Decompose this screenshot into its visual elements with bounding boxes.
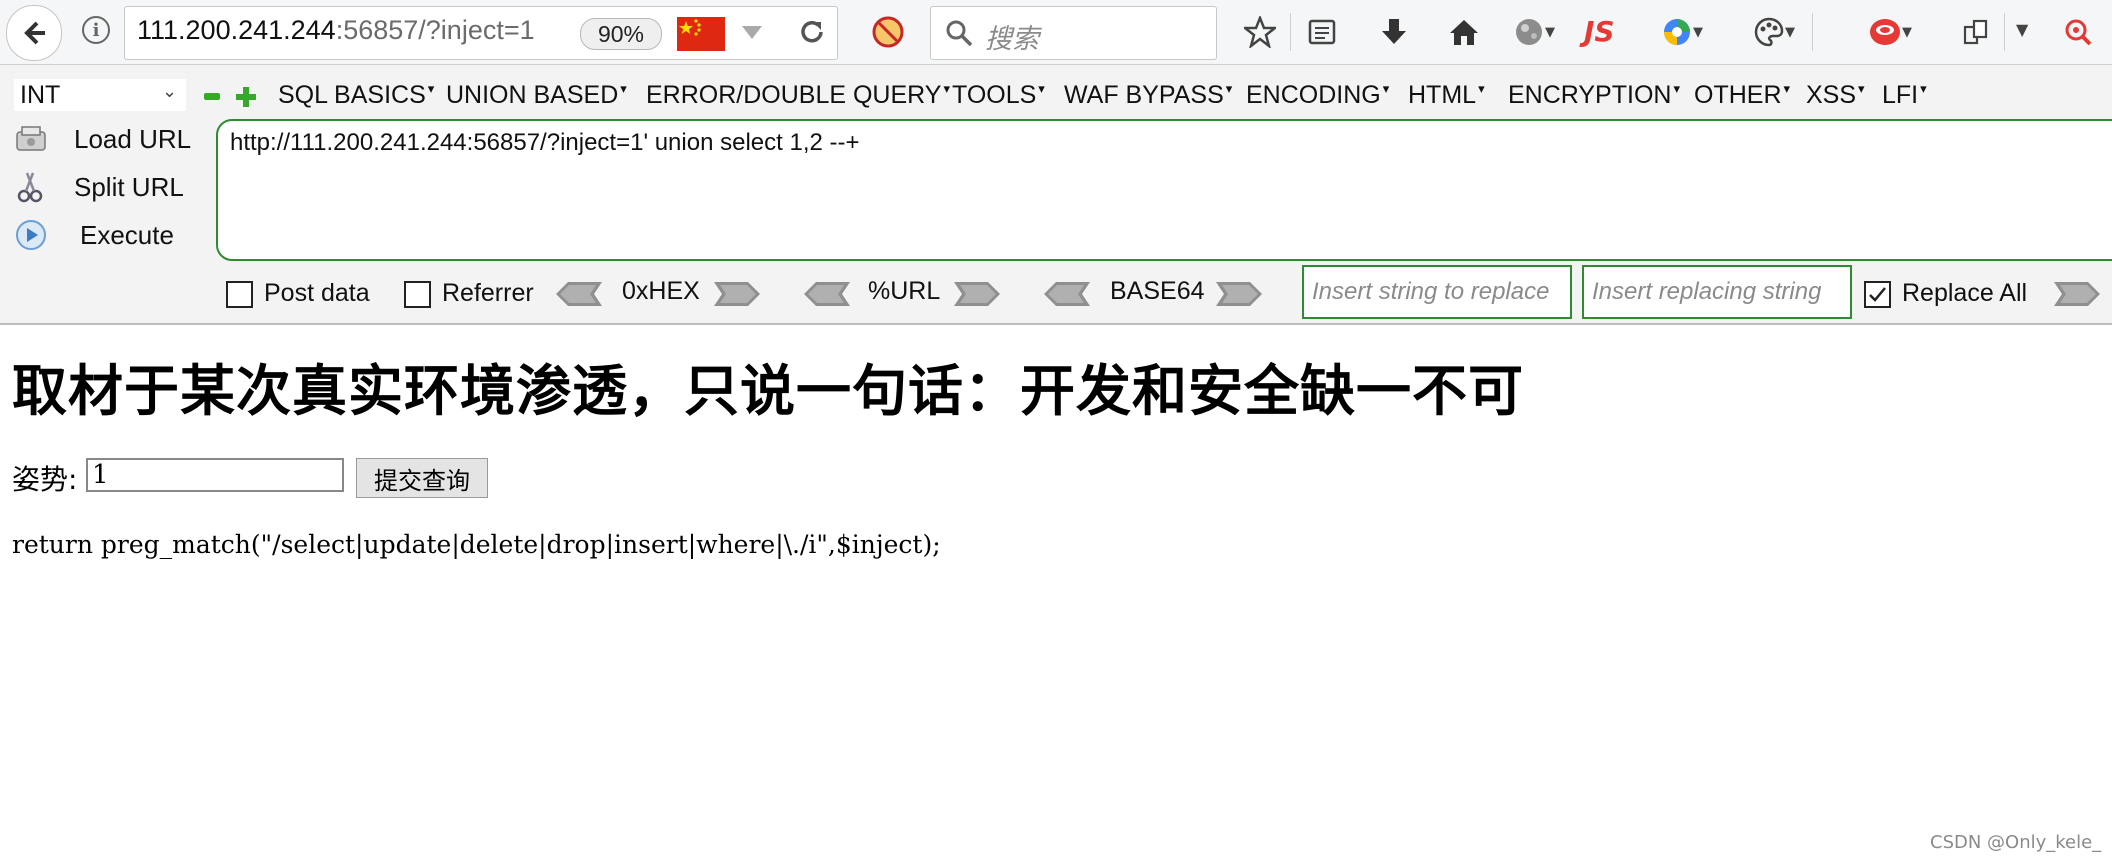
blocked-icon[interactable] — [870, 14, 906, 50]
search-icon — [946, 20, 973, 47]
type-select[interactable]: INT ⌄ — [14, 79, 186, 111]
hex-decode-arrow-icon[interactable] — [556, 279, 604, 309]
load-url-label: Load URL — [74, 123, 192, 154]
url-text: 111.200.241.244:56857/?inject=1 — [137, 15, 535, 45]
load-url-icon — [16, 126, 46, 151]
load-url-button[interactable]: Load URL — [14, 117, 214, 161]
replace-arrow-icon[interactable] — [2052, 279, 2100, 309]
url-encode-label: %URL — [868, 277, 941, 305]
reload-icon — [801, 20, 823, 43]
home-icon[interactable] — [1444, 12, 1484, 52]
pocket-icon[interactable]: ▼ — [1860, 12, 1920, 52]
info-icon[interactable]: i — [82, 16, 110, 44]
toolbar-separator — [2004, 13, 2005, 51]
menu-html[interactable]: HTML — [1408, 81, 1485, 110]
search-box[interactable]: 搜索 — [930, 6, 1217, 60]
split-url-label: Split URL — [74, 171, 184, 202]
hackbar-panel: INT ⌄ SQL BASICS UNION BASED ERROR/DOUBL… — [0, 65, 2112, 325]
scissors-icon — [17, 172, 43, 203]
extensions-icon[interactable] — [2058, 12, 2098, 52]
search-placeholder: 搜索 — [985, 24, 1039, 55]
menu-xss[interactable]: XSS — [1806, 81, 1865, 110]
back-icon — [24, 21, 45, 45]
menu-tools[interactable]: TOOLS — [952, 81, 1045, 110]
browser-toolbar: i 111.200.241.244:56857/?inject=1 90% 搜索… — [0, 0, 2112, 65]
clipboard-icon[interactable] — [1956, 12, 1996, 52]
type-select-value: INT — [20, 81, 61, 109]
menu-sql-basics[interactable]: SQL BASICS — [278, 81, 434, 110]
replace-from-placeholder: Insert string to replace — [1312, 278, 1550, 305]
play-icon — [16, 220, 46, 250]
js-icon[interactable]: JS — [1584, 15, 1615, 48]
chevron-down-icon: ▼ — [1545, 24, 1555, 40]
menu-other[interactable]: OTHER — [1694, 81, 1790, 110]
chevron-down-icon: ▼ — [1902, 24, 1912, 40]
url-textarea[interactable]: http://111.200.241.244:56857/?inject=1' … — [216, 119, 2112, 261]
url-bar[interactable]: 111.200.241.244:56857/?inject=1 90% — [124, 6, 838, 60]
menu-waf-bypass[interactable]: WAF BYPASS — [1064, 81, 1232, 110]
url-encode-arrow-icon[interactable] — [952, 279, 1000, 309]
download-icon[interactable] — [1374, 12, 1414, 52]
replace-all-label: Replace All — [1902, 279, 2028, 307]
chevron-down-icon: ▼ — [1785, 24, 1795, 40]
palette-icon[interactable]: ▼ — [1744, 12, 1804, 52]
split-url-button[interactable]: Split URL — [14, 165, 214, 209]
replace-to-placeholder: Insert replacing string — [1592, 278, 1822, 305]
toolbar-separator — [1290, 13, 1291, 51]
toolbar-separator — [1812, 13, 1813, 51]
referrer-checkbox[interactable] — [404, 281, 431, 308]
back-button[interactable] — [6, 5, 62, 61]
reader-icon[interactable] — [1302, 12, 1342, 52]
translate-icon[interactable]: ▼ — [1652, 12, 1712, 52]
referrer-label: Referrer — [442, 279, 534, 307]
china-flag-icon — [677, 17, 725, 51]
post-data-label: Post data — [264, 279, 370, 307]
reload-button[interactable] — [792, 12, 832, 52]
zoom-level[interactable]: 90% — [580, 18, 662, 50]
star-icon[interactable] — [1240, 12, 1280, 52]
base64-label: BASE64 — [1110, 277, 1205, 305]
execute-button[interactable]: Execute — [14, 213, 214, 257]
replace-all-checkbox[interactable] — [1864, 281, 1891, 308]
menu-encoding[interactable]: ENCODING — [1246, 81, 1389, 110]
dropdown-icon[interactable] — [741, 25, 763, 45]
submit-button[interactable]: 提交查询 — [356, 458, 488, 498]
source-code-line: return preg_match("/select|update|delete… — [12, 530, 941, 559]
globe-icon[interactable]: ▼ — [1506, 12, 1562, 52]
execute-label: Execute — [80, 219, 174, 250]
hackbar-menu: INT ⌄ SQL BASICS UNION BASED ERROR/DOUBL… — [0, 71, 2112, 113]
inject-input-value: 1 — [92, 460, 109, 490]
base64-encode-arrow-icon[interactable] — [1214, 279, 1262, 309]
chevron-down-icon: ⌄ — [162, 81, 178, 101]
watermark: CSDN @Only_kele_ — [1930, 832, 2102, 853]
hex-label: 0xHEX — [622, 277, 700, 305]
menu-error-double-query[interactable]: ERROR/DOUBLE QUERY — [646, 81, 950, 110]
chevron-down-icon: ▼ — [1693, 24, 1703, 40]
replace-to-input[interactable]: Insert replacing string — [1582, 265, 1852, 319]
menu-union-based[interactable]: UNION BASED — [446, 81, 627, 110]
replace-from-input[interactable]: Insert string to replace — [1302, 265, 1572, 319]
minus-icon[interactable] — [204, 93, 220, 100]
overflow-menu-icon[interactable]: ▼ — [2016, 20, 2028, 39]
menu-encryption[interactable]: ENCRYPTION — [1508, 81, 1680, 110]
inject-input[interactable]: 1 — [86, 458, 344, 492]
base64-decode-arrow-icon[interactable] — [1044, 279, 1092, 309]
checkmark-icon — [1869, 287, 1886, 302]
inject-label: 姿势: — [12, 463, 78, 496]
menu-lfi[interactable]: LFI — [1882, 81, 1927, 110]
url-decode-arrow-icon[interactable] — [804, 279, 852, 309]
page-title: 取材于某次真实环境渗透，只说一句话：开发和安全缺一不可 — [12, 359, 1525, 423]
post-data-checkbox[interactable] — [226, 281, 253, 308]
plus-icon[interactable] — [236, 87, 256, 107]
url-textarea-value: http://111.200.241.244:56857/?inject=1' … — [230, 129, 860, 156]
hex-encode-arrow-icon[interactable] — [712, 279, 760, 309]
